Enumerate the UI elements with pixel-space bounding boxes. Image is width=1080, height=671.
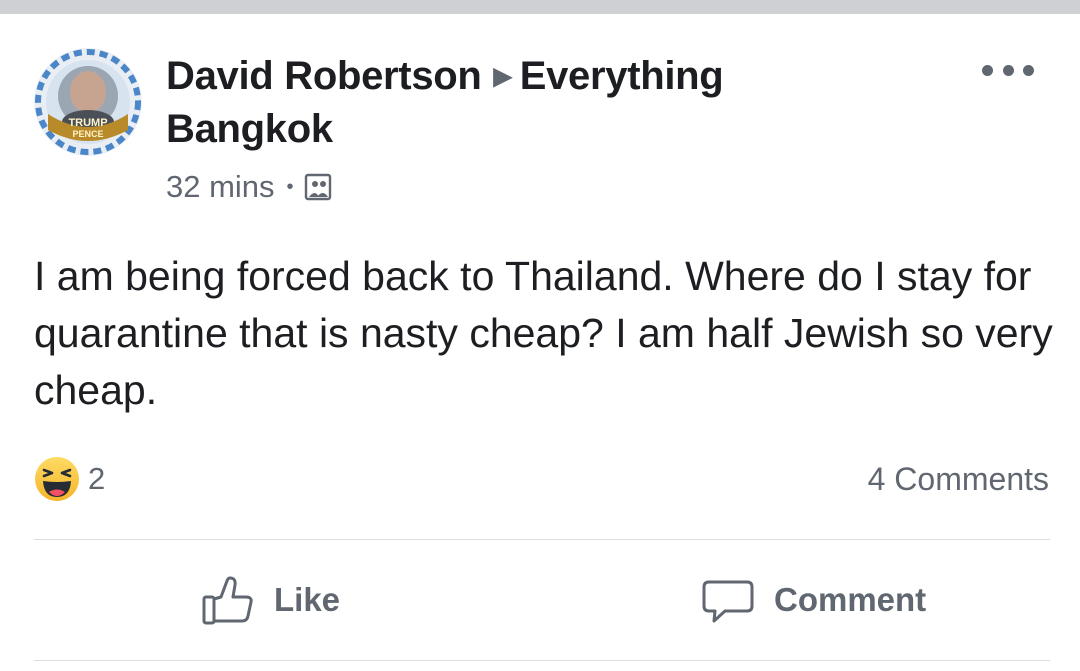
thumbs-up-icon bbox=[202, 576, 253, 625]
haha-emoji-icon bbox=[35, 457, 79, 501]
post-header: David Robertson ▶ Everything Bangkok bbox=[166, 50, 866, 155]
avatar-badge-line2: PENCE bbox=[72, 129, 103, 139]
more-options-icon[interactable] bbox=[982, 56, 1034, 84]
comments-count[interactable]: 4 Comments bbox=[868, 456, 1049, 502]
reactions-summary[interactable]: 2 bbox=[34, 456, 105, 502]
post-text: I am being forced back to Thailand. Wher… bbox=[34, 253, 1053, 413]
arrow-right-icon: ▶ bbox=[493, 63, 512, 90]
comment-bubble-icon bbox=[702, 580, 754, 623]
reaction-count: 2 bbox=[88, 461, 106, 496]
meta-separator: • bbox=[286, 175, 294, 198]
avatar[interactable]: TRUMP PENCE bbox=[34, 48, 142, 156]
comment-button[interactable]: Comment bbox=[700, 566, 926, 634]
divider-bottom bbox=[34, 660, 1050, 661]
post-time[interactable]: 32 mins bbox=[166, 169, 275, 205]
comment-label: Comment bbox=[774, 581, 927, 618]
like-button[interactable]: Like bbox=[200, 566, 340, 634]
divider-top bbox=[34, 539, 1050, 540]
avatar-badge-line1: TRUMP bbox=[68, 117, 107, 129]
post-meta: 32 mins • bbox=[166, 168, 334, 206]
avatar-image: TRUMP PENCE bbox=[34, 48, 142, 156]
author-name[interactable]: David Robertson bbox=[166, 54, 482, 98]
like-label: Like bbox=[274, 581, 341, 618]
photo-album-icon bbox=[304, 172, 334, 202]
top-bar bbox=[0, 0, 1080, 14]
